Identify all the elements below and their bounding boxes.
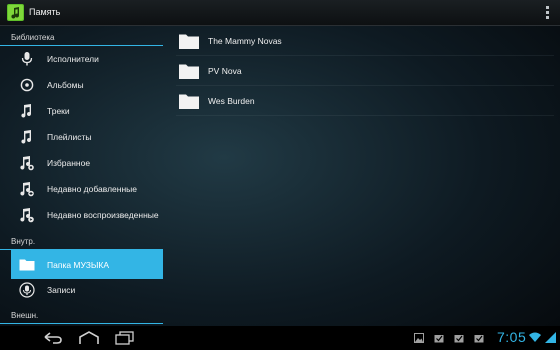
sidebar-item-label: Папка МУЗЫКА xyxy=(47,259,110,270)
sidebar: Библиотека Исполнители Альбомы Треки Пле… xyxy=(0,26,166,326)
music-note-star-icon xyxy=(17,153,37,173)
sidebar-item-playlists[interactable]: Плейлисты xyxy=(11,124,163,150)
clock[interactable]: 7:05 xyxy=(497,329,526,345)
section-header-library: Библиотека xyxy=(0,28,163,46)
music-app-icon[interactable] xyxy=(7,4,24,21)
music-note-plus-icon xyxy=(17,179,37,199)
sidebar-item-recently-added[interactable]: Недавно добавленные xyxy=(11,176,163,202)
sidebar-item-label: Записи xyxy=(47,285,76,295)
sidebar-item-label: Альбомы xyxy=(47,80,84,90)
section-header-external: Внешн. xyxy=(0,306,163,324)
folder-row[interactable]: Wes Burden xyxy=(176,86,554,116)
disc-icon xyxy=(17,75,37,95)
sidebar-item-recordings[interactable]: Записи xyxy=(11,277,163,303)
overflow-menu-icon[interactable] xyxy=(540,4,554,22)
sidebar-item-favorites[interactable]: Избранное xyxy=(11,150,163,176)
sidebar-item-tracks[interactable]: Треки xyxy=(11,98,163,124)
folder-icon xyxy=(179,34,199,49)
folder-row[interactable]: The Mammy Novas xyxy=(176,26,554,56)
sidebar-item-label: Исполнители xyxy=(47,54,99,64)
signal-icon xyxy=(545,332,556,343)
folder-name: The Mammy Novas xyxy=(208,35,282,46)
sidebar-item-albums[interactable]: Альбомы xyxy=(11,72,163,98)
sidebar-item-label: Плейлисты xyxy=(47,132,92,142)
wifi-icon xyxy=(529,332,541,342)
home-icon[interactable] xyxy=(76,330,102,346)
music-note-icon xyxy=(17,127,37,147)
recent-apps-icon[interactable] xyxy=(112,330,138,346)
folder-name: Wes Burden xyxy=(208,95,255,106)
music-note-icon xyxy=(17,101,37,121)
sidebar-item-artists[interactable]: Исполнители xyxy=(11,46,163,72)
sidebar-item-music-folder[interactable]: Папка МУЗЫКА xyxy=(11,250,163,279)
download-done-icon[interactable] xyxy=(434,333,444,343)
sidebar-item-label: Недавно воспроизведенные xyxy=(47,210,159,220)
folder-icon xyxy=(17,255,37,275)
download-done-icon[interactable] xyxy=(474,333,484,343)
section-header-internal: Внутр. xyxy=(0,232,163,250)
microphone-icon xyxy=(17,280,37,300)
sidebar-item-recently-played[interactable]: Недавно воспроизведенные xyxy=(11,202,163,228)
sidebar-item-label: Избранное xyxy=(47,158,91,168)
folder-icon xyxy=(179,64,199,79)
system-navigation-bar: 7:05 xyxy=(0,326,560,350)
sidebar-item-label: Треки xyxy=(47,106,70,116)
action-bar: Память xyxy=(0,0,560,26)
folder-icon xyxy=(179,94,199,109)
download-done-icon[interactable] xyxy=(454,333,464,343)
back-icon[interactable] xyxy=(40,330,66,346)
microphone-icon xyxy=(17,49,37,69)
picture-notification-icon[interactable] xyxy=(414,333,424,343)
sidebar-item-label: Недавно добавленные xyxy=(47,184,137,194)
folder-row[interactable]: PV Nova xyxy=(176,56,554,86)
app-title: Память xyxy=(29,7,61,17)
music-note-play-icon xyxy=(17,205,37,225)
folder-name: PV Nova xyxy=(208,65,242,76)
